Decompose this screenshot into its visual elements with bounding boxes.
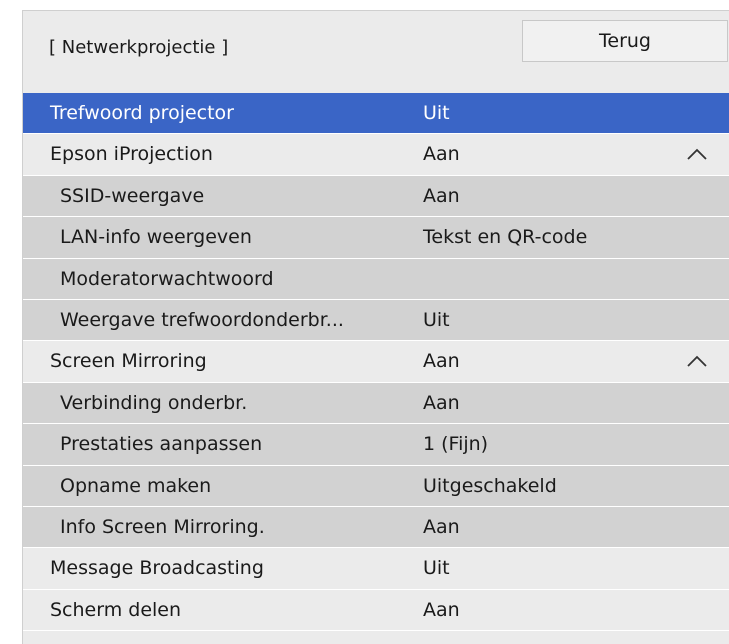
row-adjust-performance[interactable]: Prestaties aanpassen 1 (Fijn) [23,424,729,466]
row-value: Uitgeschakeld [423,474,557,497]
row-message-broadcasting[interactable]: Message Broadcasting Uit [23,548,729,590]
row-value: Aan [423,184,460,207]
row-label: SSID-weergave [60,184,205,207]
row-value: Uit [423,557,450,580]
row-screen-mirroring-info[interactable]: Info Screen Mirroring. Aan [23,506,729,549]
row-moderator-password[interactable]: Moderatorwachtwoord [23,258,729,300]
row-label: Weergave trefwoordonderbr... [60,308,344,331]
row-label: Scherm delen [50,598,182,621]
row-value: Aan [423,515,460,538]
row-label: LAN-info weergeven [60,226,252,249]
settings-list: Trefwoord projector Uit Epson iProjectio… [23,93,729,632]
row-value: Aan [423,391,460,414]
row-label: Moderatorwachtwoord [60,267,274,290]
row-epson-iprojection[interactable]: Epson iProjection Aan [23,134,729,176]
row-value: Uit [423,308,450,331]
row-value: Aan [423,143,460,166]
row-label: Info Screen Mirroring. [60,515,265,538]
row-label: Epson iProjection [50,143,213,166]
row-label: Opname maken [60,474,212,497]
row-capture[interactable]: Opname maken Uitgeschakeld [23,465,729,507]
row-value: Tekst en QR-code [423,226,588,249]
chevron-up-icon[interactable] [686,147,708,161]
row-keyword-projector[interactable]: Trefwoord projector Uit [23,93,729,135]
row-lan-info[interactable]: LAN-info weergeven Tekst en QR-code [23,217,729,259]
row-connection-interrupt[interactable]: Verbinding onderbr. Aan [23,382,729,425]
page-title: [ Netwerkprojectie ] [49,37,229,58]
row-label: Message Broadcasting [50,557,264,580]
row-screen-sharing[interactable]: Scherm delen Aan [23,589,729,632]
row-label: Screen Mirroring [50,350,207,373]
row-label: Verbinding onderbr. [60,391,248,414]
row-value: Uit [423,102,450,124]
row-value: 1 (Fijn) [423,433,489,456]
row-screen-mirroring[interactable]: Screen Mirroring Aan [23,341,729,383]
row-ssid-display[interactable]: SSID-weergave Aan [23,175,729,218]
row-label: Trefwoord projector [50,102,234,124]
panel-header: [ Netwerkprojectie ] Terug [23,11,729,91]
row-value: Aan [423,350,460,373]
back-button[interactable]: Terug [522,20,728,62]
network-projection-panel: [ Netwerkprojectie ] Terug Trefwoord pro… [22,10,729,644]
chevron-up-icon[interactable] [686,354,708,368]
row-value: Aan [423,598,460,621]
row-label: Prestaties aanpassen [60,433,263,456]
row-keyword-interrupt-display[interactable]: Weergave trefwoordonderbr... Uit [23,299,729,342]
